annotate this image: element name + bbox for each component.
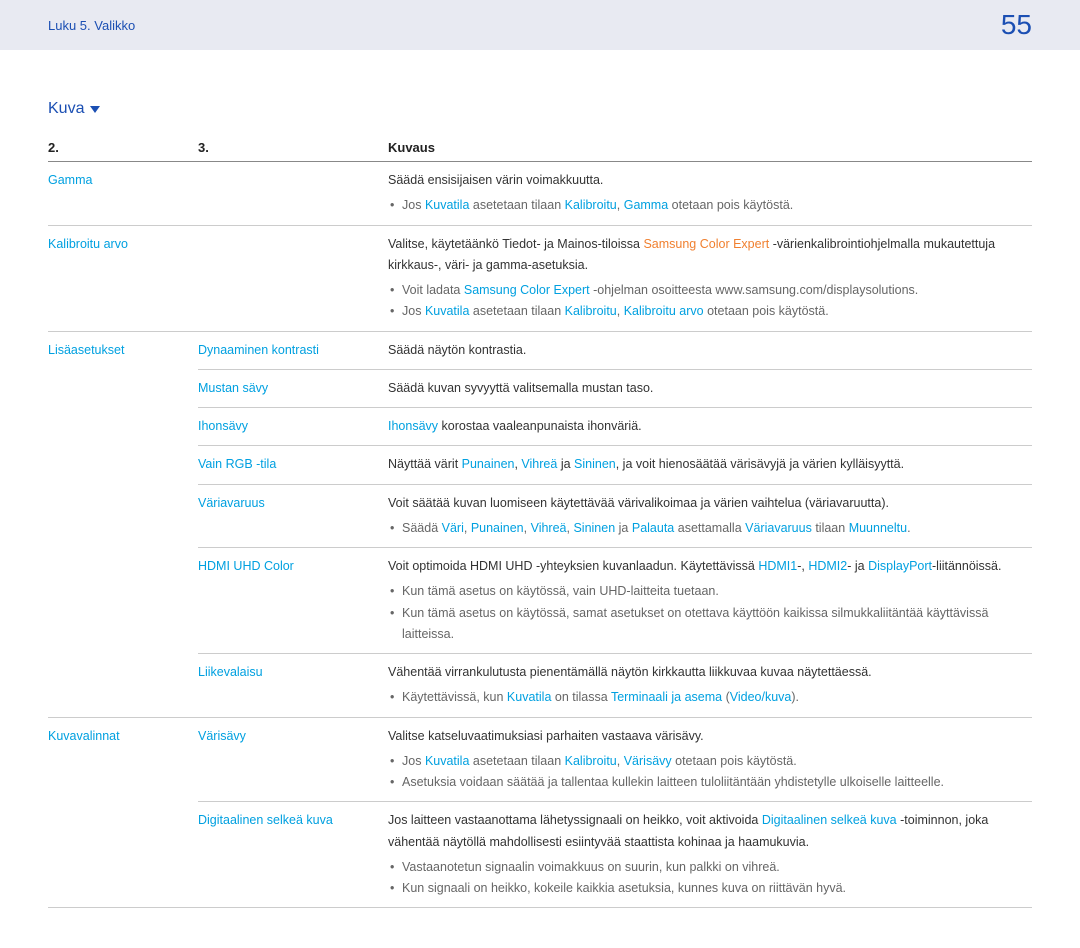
setting-description: Jos laitteen vastaanottama lähetyssignaa… — [388, 802, 1032, 908]
setting-description: Säädä ensisijaisen värin voimakkuutta.Jo… — [388, 162, 1032, 226]
setting-category: Kalibroitu arvo — [48, 225, 198, 331]
setting-description: Näyttää värit Punainen, Vihreä ja Sinine… — [388, 446, 1032, 484]
table-row: Gamma Säädä ensisijaisen värin voimakkuut… — [48, 162, 1032, 226]
page-number: 55 — [1001, 9, 1032, 41]
col-header-2: 3. — [198, 136, 388, 162]
setting-category: Gamma — [48, 162, 198, 226]
chapter-label: Luku 5. Valikko — [48, 18, 135, 33]
setting-name — [198, 225, 388, 331]
section-title-text: Kuva — [48, 100, 84, 118]
setting-name: Mustan sävy — [198, 369, 388, 407]
chevron-down-icon — [90, 106, 100, 113]
setting-name: HDMI UHD Color — [198, 548, 388, 654]
col-header-1: 2. — [48, 136, 198, 162]
col-header-3: Kuvaus — [388, 136, 1032, 162]
setting-name — [198, 162, 388, 226]
setting-name: Ihonsävy — [198, 408, 388, 446]
setting-description: Valitse, käytetäänkö Tiedot- ja Mainos-t… — [388, 225, 1032, 331]
setting-category: Kuvavalinnat — [48, 717, 198, 908]
table-row: Kalibroitu arvo Valitse, käytetäänkö Tied… — [48, 225, 1032, 331]
settings-table: 2. 3. Kuvaus Gamma Säädä ensisijaisen vär… — [48, 136, 1032, 908]
setting-description: Ihonsävy korostaa vaaleanpunaista ihonvä… — [388, 408, 1032, 446]
setting-name: Väriavaruus — [198, 484, 388, 548]
setting-category: Lisäasetukset — [48, 331, 198, 717]
page-content: Kuva 2. 3. Kuvaus Gamma Säädä ensisijaise… — [0, 50, 1080, 948]
setting-description: Säädä näytön kontrastia. — [388, 331, 1032, 369]
setting-name: Digitaalinen selkeä kuva — [198, 802, 388, 908]
table-row: KuvavalinnatVärisävyValitse katseluvaati… — [48, 717, 1032, 802]
setting-name: Dynaaminen kontrasti — [198, 331, 388, 369]
setting-description: Valitse katseluvaatimuksiasi parhaiten v… — [388, 717, 1032, 802]
setting-name: Liikevalaisu — [198, 654, 388, 718]
page-header: Luku 5. Valikko 55 — [0, 0, 1080, 50]
setting-description: Säädä kuvan syvyyttä valitsemalla mustan… — [388, 369, 1032, 407]
setting-name: Värisävy — [198, 717, 388, 802]
section-title: Kuva — [48, 100, 1032, 118]
table-row: LisäasetuksetDynaaminen kontrastiSäädä n… — [48, 331, 1032, 369]
setting-description: Voit säätää kuvan luomiseen käytettävää … — [388, 484, 1032, 548]
setting-description: Vähentää virrankulutusta pienentämällä n… — [388, 654, 1032, 718]
setting-description: Voit optimoida HDMI UHD -yhteyksien kuva… — [388, 548, 1032, 654]
setting-name: Vain RGB -tila — [198, 446, 388, 484]
